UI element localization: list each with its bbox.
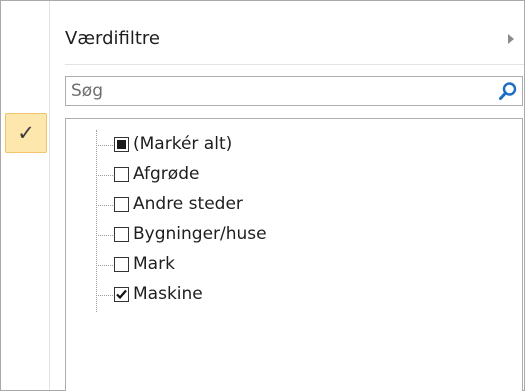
search-box[interactable] (65, 76, 523, 106)
search-icon[interactable] (498, 81, 518, 101)
list-item[interactable]: Andre steder (96, 190, 496, 220)
menu-icon-gutter (1, 1, 49, 390)
value-filters-label: Værdifiltre (65, 28, 160, 49)
selected-check-mark: ✓ (17, 121, 35, 145)
value-filters-menu-item[interactable]: Værdifiltre (50, 16, 524, 60)
item-checkbox[interactable] (114, 167, 129, 182)
tree-branch (96, 265, 113, 266)
list-item-label: Mark (133, 254, 175, 274)
check-icon (116, 289, 127, 300)
list-item-label: Maskine (133, 284, 203, 304)
list-item[interactable]: Mark (96, 250, 496, 280)
list-item[interactable]: Maskine (96, 280, 496, 310)
list-item[interactable]: Bygninger/huse (96, 220, 496, 250)
list-item-label: (Markér alt) (133, 134, 233, 154)
tree-branch (96, 205, 113, 206)
list-item[interactable]: Afgrøde (96, 160, 496, 190)
item-checkbox[interactable] (114, 257, 129, 272)
tree-branch (96, 145, 113, 146)
chevron-right-icon (508, 34, 514, 44)
tree-branch (96, 235, 113, 236)
tree-branch (96, 295, 113, 296)
filter-value-list[interactable]: (Markér alt) Afgrøde Andre steder Bygnin… (65, 118, 523, 391)
select-all-checkbox[interactable] (114, 137, 129, 152)
list-item-select-all[interactable]: (Markér alt) (96, 130, 496, 160)
item-checkbox[interactable] (114, 197, 129, 212)
selected-check-icon: ✓ (5, 113, 47, 153)
menu-divider (65, 64, 524, 65)
item-checkbox[interactable] (114, 227, 129, 242)
tree-branch (96, 175, 113, 176)
list-item-label: Andre steder (133, 194, 243, 214)
item-checkbox[interactable] (114, 287, 129, 302)
search-input[interactable] (67, 78, 491, 104)
list-item-label: Afgrøde (133, 164, 200, 184)
list-item-label: Bygninger/huse (133, 224, 267, 244)
